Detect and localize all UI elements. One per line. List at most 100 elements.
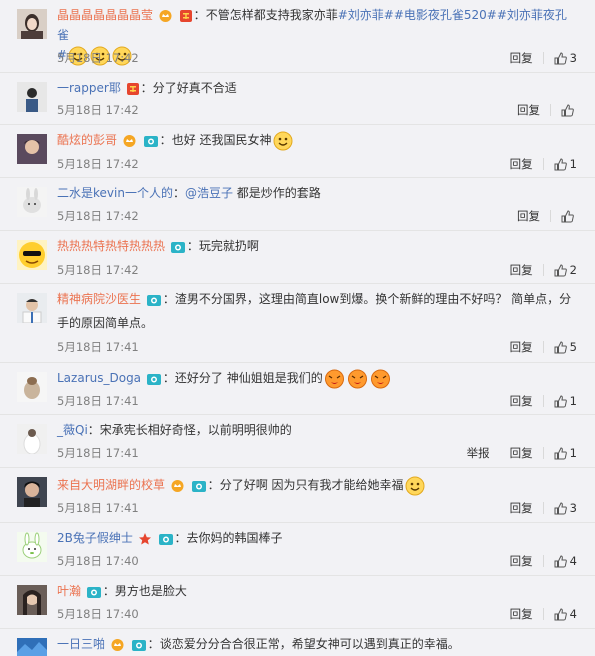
comment-list: 晶晶晶晶晶晶晶莹 ：不管怎样都支持我家亦菲#刘亦菲##电影夜孔雀520##刘亦菲…	[0, 0, 595, 656]
reply-button[interactable]: 回复	[510, 500, 533, 516]
username-link[interactable]: 一日三啪	[57, 637, 105, 651]
divider	[542, 264, 544, 276]
divider	[542, 52, 544, 64]
like-button[interactable]	[561, 103, 577, 117]
divider	[550, 210, 551, 222]
comment-actions: 回复	[517, 102, 577, 118]
avatar[interactable]	[17, 424, 47, 454]
comment-item: 来自大明湖畔的校草 ：分了好啊 因为只有我才能给她幸福 5月18日 17:41 …	[0, 468, 595, 523]
username-link[interactable]: 2B兔子假绅士	[57, 531, 133, 545]
camera-badge-icon[interactable]	[86, 585, 102, 599]
comment-body: 酷炫的彭哥 ：也好 还我国民女神	[57, 130, 577, 151]
like-button[interactable]: 2	[554, 263, 577, 277]
like-button[interactable]: 3	[554, 501, 577, 515]
camera-badge-icon[interactable]	[131, 638, 147, 652]
like-count: 3	[569, 51, 577, 65]
vip-crown-icon[interactable]	[110, 638, 125, 651]
reply-button[interactable]: 回复	[517, 102, 540, 118]
username-link[interactable]: 二水是kevin一个人的	[57, 186, 173, 200]
timestamp: 5月18日 17:41	[57, 394, 139, 408]
divider	[542, 395, 544, 407]
comment-actions: 回复 3	[510, 50, 577, 66]
avatar[interactable]	[17, 134, 47, 164]
reply-button[interactable]: 回复	[510, 553, 533, 569]
comment-item: 晶晶晶晶晶晶晶莹 ：不管怎样都支持我家亦菲#刘亦菲##电影夜孔雀520##刘亦菲…	[0, 0, 595, 73]
avatar[interactable]	[17, 187, 47, 217]
like-count: 4	[569, 554, 577, 568]
like-count: 3	[569, 501, 577, 515]
camera-badge-icon[interactable]	[143, 134, 159, 148]
comment-actions: 回复 1	[510, 393, 577, 409]
username-link[interactable]: 晶晶晶晶晶晶晶莹	[57, 8, 153, 22]
comment-text: 不管怎样都支持我家亦菲	[205, 8, 338, 22]
reply-button[interactable]: 回复	[510, 606, 533, 622]
like-button[interactable]: 1	[554, 157, 577, 171]
smile-emoji	[405, 476, 425, 495]
mention-link[interactable]: @浩豆子	[185, 186, 233, 200]
username-link[interactable]: 一rapper耶	[57, 81, 121, 95]
member-badge-icon[interactable]	[179, 9, 193, 23]
camera-badge-icon[interactable]	[146, 372, 162, 386]
timestamp: 5月18日 17:42	[57, 157, 139, 171]
username-link[interactable]: 叶瀚	[57, 584, 81, 598]
like-button[interactable]: 4	[554, 554, 577, 568]
avatar[interactable]	[17, 9, 47, 39]
reply-button[interactable]: 回复	[510, 339, 533, 355]
comment-text: 男方也是脸大	[114, 584, 187, 598]
star-badge-icon[interactable]	[138, 532, 152, 546]
divider	[542, 158, 544, 170]
vip-crown-icon[interactable]	[170, 479, 185, 492]
reply-button[interactable]: 回复	[517, 208, 540, 224]
username-link[interactable]: _薇Qi	[57, 423, 88, 437]
member-badge-icon[interactable]	[126, 82, 140, 96]
avatar[interactable]	[17, 240, 47, 270]
reply-button[interactable]: 回复	[510, 50, 533, 66]
comment-actions: 回复 2	[510, 262, 577, 278]
comment-body: Lazarus_Doga ：还好分了 神仙姐姐是我们的	[57, 368, 577, 389]
comment-item: 精神病院沙医生 ：渣男不分国界，这理由简直low到爆。换个新鲜的理由不好吗？ 简…	[0, 284, 595, 363]
username-link[interactable]: 热热热特热特热热热	[57, 239, 165, 253]
camera-badge-icon[interactable]	[170, 240, 186, 254]
avatar[interactable]	[17, 477, 47, 507]
avatar[interactable]	[17, 585, 47, 615]
reply-button[interactable]: 回复	[510, 262, 533, 278]
reply-button[interactable]: 回复	[510, 156, 533, 172]
camera-badge-icon[interactable]	[158, 532, 174, 546]
like-count: 2	[569, 263, 577, 277]
username-link[interactable]: 来自大明湖畔的校草	[57, 478, 165, 492]
avatar[interactable]	[17, 372, 47, 402]
username-link[interactable]: 酷炫的彭哥	[57, 133, 117, 147]
camera-badge-icon[interactable]	[146, 293, 162, 307]
camera-badge-icon[interactable]	[191, 479, 207, 493]
like-button[interactable]: 4	[554, 607, 577, 621]
report-button[interactable]: 举报	[467, 445, 490, 461]
like-button[interactable]: 1	[554, 394, 577, 408]
comment-body: 热热热特热特热热热 ：玩完就扔啊	[57, 239, 259, 254]
like-button[interactable]	[561, 209, 577, 223]
comment-text: 都是炒作的套路	[232, 186, 321, 200]
timestamp: 5月18日 17:41	[57, 501, 139, 515]
comment-item: _薇Qi：宋承宪长相好奇怪，以前明明很帅的 5月18日 17:41 举报 回复 …	[0, 415, 595, 468]
smile-emoji	[273, 131, 293, 150]
vip-crown-icon[interactable]	[158, 9, 173, 22]
thumbs-up-icon	[554, 446, 567, 459]
like-button[interactable]: 1	[554, 446, 577, 460]
like-button[interactable]: 3	[554, 51, 577, 65]
vip-crown-icon[interactable]	[122, 134, 137, 147]
timestamp: 5月18日 17:42	[57, 51, 139, 65]
username-link[interactable]: Lazarus_Doga	[57, 371, 141, 385]
reply-button[interactable]: 回复	[510, 393, 533, 409]
comment-body: 2B兔子假绅士 ：去你妈的韩国棒子	[57, 531, 283, 546]
avatar[interactable]	[17, 82, 47, 112]
timestamp: 5月18日 17:41	[57, 340, 139, 354]
avatar[interactable]	[17, 638, 47, 656]
thumbs-up-icon	[554, 501, 567, 514]
avatar[interactable]	[17, 532, 47, 562]
reply-button[interactable]: 回复	[510, 445, 533, 461]
comment-body: 精神病院沙医生 ：渣男不分国界，这理由简直low到爆。换个新鲜的理由不好吗？ 简…	[57, 292, 572, 330]
like-count: 1	[569, 157, 577, 171]
like-button[interactable]: 5	[554, 340, 577, 354]
avatar[interactable]	[17, 293, 47, 323]
timestamp: 5月18日 17:41	[57, 446, 139, 460]
username-link[interactable]: 精神病院沙医生	[57, 292, 141, 306]
